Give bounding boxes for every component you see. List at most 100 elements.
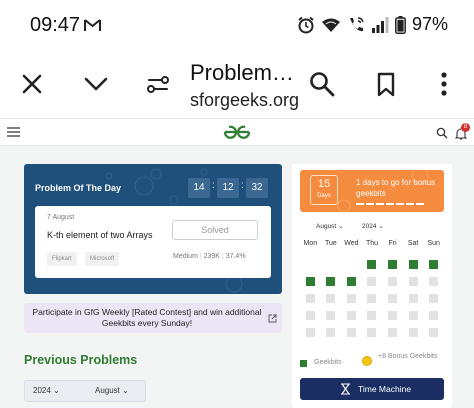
page-url[interactable]: sforgeeks.org <box>190 90 299 111</box>
site-header: 8 <box>0 118 474 146</box>
calendar-day[interactable] <box>388 294 398 303</box>
calendar-day-solved[interactable] <box>429 260 439 269</box>
calendar-day[interactable] <box>367 328 377 337</box>
status-time: 09:47 <box>30 14 81 36</box>
notification-badge: 8 <box>461 123 470 132</box>
calendar-day[interactable] <box>388 328 398 337</box>
more-options-icon[interactable] <box>430 70 458 98</box>
chevron-down-icon[interactable] <box>82 70 110 98</box>
calendar-day-solved[interactable] <box>388 260 398 269</box>
weekday-label: Wed <box>344 240 359 247</box>
calendar-day[interactable] <box>429 328 439 337</box>
weekday-label: Sat <box>407 240 419 247</box>
calendar-day[interactable] <box>408 311 418 320</box>
streak-message: 1 days to go for bonus geekbits <box>356 178 436 198</box>
close-icon[interactable] <box>18 70 46 98</box>
calendar-day-solved[interactable] <box>346 277 356 286</box>
year-select[interactable]: 2024 ⌄ <box>33 386 60 395</box>
previous-problems-heading: Previous Problems <box>24 353 138 367</box>
alarm-icon <box>298 16 314 33</box>
time-machine-button[interactable]: Time Machine <box>300 378 444 400</box>
timer-hours: 14 <box>188 178 210 198</box>
bonus-legend-label: +8 Bonus Geekbits <box>378 353 438 360</box>
calendar-grid <box>300 260 444 337</box>
accuracy: 37.4% <box>225 253 246 260</box>
calendar-day[interactable] <box>326 328 336 337</box>
calendar-day[interactable] <box>429 294 439 303</box>
calendar-month-select[interactable]: August ⌄ <box>316 222 344 230</box>
battery-percentage: 97% <box>411 14 448 34</box>
streak-calendar-card: 15 Days 1 days to go for bonus geekbits … <box>292 164 452 408</box>
calendar-day[interactable] <box>408 277 418 286</box>
solved-button[interactable]: Solved <box>172 220 258 240</box>
calendar-year-select[interactable]: 2024 ⌄ <box>362 222 384 230</box>
potd-heading: Problem Of The Day <box>35 183 122 193</box>
potd-problem-card[interactable]: 7 August K-th element of two Arrays Solv… <box>35 206 271 278</box>
calendar-day[interactable] <box>346 311 356 320</box>
calendar-day[interactable] <box>305 294 315 303</box>
streak-progress <box>356 203 424 205</box>
web-page: 8 Problem Of The Day 14 : 12 : 32 7 Augu… <box>0 118 474 408</box>
geekbits-legend-swatch <box>300 360 307 367</box>
weekly-contest-banner[interactable]: Participate in GfG Weekly [Rated Contest… <box>24 303 282 333</box>
company-tag[interactable]: Microsoft <box>85 252 120 266</box>
calendar-day-solved[interactable] <box>367 260 377 269</box>
timer-separator: : <box>241 180 244 191</box>
gfg-logo[interactable] <box>222 124 252 140</box>
calendar-day[interactable] <box>326 311 336 320</box>
calendar-day[interactable] <box>388 311 398 320</box>
calendar-day[interactable] <box>388 277 398 286</box>
previous-problems-filter: 2024 ⌄ August ⌄ <box>24 380 146 402</box>
search-icon[interactable] <box>308 70 336 98</box>
menu-icon[interactable] <box>7 127 20 137</box>
calendar-day[interactable] <box>326 294 336 303</box>
company-tag[interactable]: Flipkart <box>47 252 77 266</box>
timer-separator: : <box>212 180 215 191</box>
calendar-day[interactable] <box>305 311 315 320</box>
problem-of-the-day-card: Problem Of The Day 14 : 12 : 32 7 August… <box>24 164 282 294</box>
status-bar: 09:47 97% <box>0 0 474 52</box>
problem-name[interactable]: K-th element of two Arrays <box>47 230 153 240</box>
calendar-blank <box>306 260 315 269</box>
submission-count: 239K <box>203 253 220 260</box>
calendar-day[interactable] <box>346 294 356 303</box>
bookmark-icon[interactable] <box>372 70 400 98</box>
wifi-calling-icon <box>349 16 364 31</box>
hourglass-icon <box>341 383 350 395</box>
calendar-day-solved[interactable] <box>408 260 418 269</box>
calendar-day-solved[interactable] <box>326 277 336 286</box>
weekday-label: Thu <box>365 240 379 247</box>
timer-minutes: 12 <box>217 178 239 198</box>
calendar-day[interactable] <box>346 328 356 337</box>
weekday-label: Sun <box>427 240 440 247</box>
calendar-day[interactable] <box>367 311 377 320</box>
calendar-blank <box>347 260 356 269</box>
streak-count-badge: 15 Days <box>310 175 338 205</box>
time-machine-label: Time Machine <box>358 384 412 394</box>
calendar-day-solved[interactable] <box>305 277 315 286</box>
problem-date: 7 August <box>47 214 75 221</box>
calendar-day[interactable] <box>367 294 377 303</box>
site-settings-icon[interactable] <box>144 70 172 98</box>
browser-toolbar: Problem… sforgeeks.org <box>0 52 474 118</box>
weekday-label: Mon <box>303 240 318 247</box>
page-title: Problem… <box>190 60 294 85</box>
problem-stats: Medium | 239K | 37.4% <box>173 253 246 260</box>
month-select[interactable]: August ⌄ <box>95 386 129 395</box>
calendar-day[interactable] <box>429 277 439 286</box>
external-link-icon[interactable] <box>268 314 277 323</box>
calendar-day[interactable] <box>408 328 418 337</box>
calendar-day[interactable] <box>408 294 418 303</box>
streak-unit: Days <box>317 193 331 199</box>
calendar-weekdays: Mon Tue Wed Thu Fri Sat Sun <box>300 240 444 247</box>
weekday-label: Tue <box>324 240 337 247</box>
calendar-day[interactable] <box>367 277 377 286</box>
gmail-icon <box>84 19 101 31</box>
calendar-day[interactable] <box>429 311 439 320</box>
battery-icon <box>395 15 406 34</box>
geekbits-legend-label: Geekbits <box>314 359 342 366</box>
site-search-icon[interactable] <box>436 127 448 139</box>
weekday-label: Fri <box>388 240 397 247</box>
calendar-day[interactable] <box>305 328 315 337</box>
difficulty-level: Medium <box>173 253 198 260</box>
